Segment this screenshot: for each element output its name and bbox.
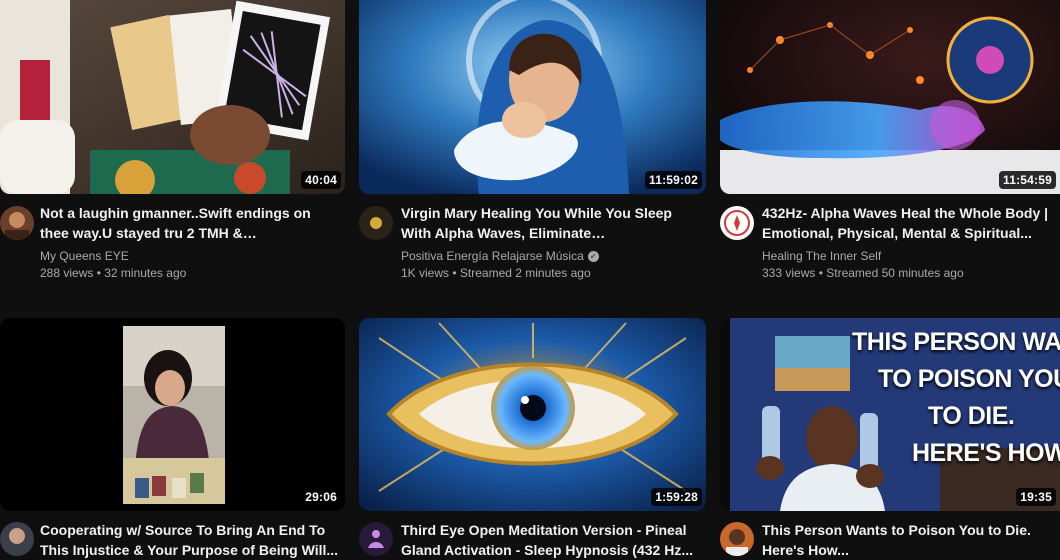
channel-name[interactable]: My Queens EYE	[40, 249, 129, 263]
video-meta: 333 views • Streamed 50 minutes ago	[762, 266, 964, 280]
video-thumbnail-5[interactable]: 1:59:28	[359, 318, 706, 511]
glowing-body-image	[720, 0, 1060, 194]
duration-badge: 11:59:02	[645, 171, 702, 189]
lotus-logo-icon	[724, 210, 750, 236]
video-thumbnail-1[interactable]: 40:04	[0, 0, 345, 194]
duration-badge: 29:06	[301, 488, 341, 506]
video-thumbnail-4[interactable]: 29:06	[0, 318, 345, 511]
channel-avatar[interactable]	[0, 206, 34, 240]
channel-avatar[interactable]	[720, 206, 754, 240]
thumbnail-text-line1: THIS PERSON WANTS	[852, 328, 1060, 356]
video-title[interactable]: 432Hz- Alpha Waves Heal the Whole Body |…	[762, 203, 1052, 243]
third-eye-image	[359, 318, 706, 511]
tarot-cards-image	[0, 0, 345, 194]
duration-badge: 1:59:28	[651, 488, 702, 506]
channel-name-text: Positiva Energía Relajarse Música	[401, 249, 584, 263]
video-thumbnail-2[interactable]: 11:59:02	[359, 0, 706, 194]
channel-avatar[interactable]	[359, 522, 393, 556]
thumbnail-text-line3: TO DIE.	[928, 402, 1015, 430]
tarot-reader-image	[0, 318, 345, 511]
thumbnail-text-line2: TO POISON YOU	[878, 365, 1060, 393]
video-thumbnail-6[interactable]: THIS PERSON WANTS TO POISON YOU TO DIE. …	[720, 318, 1060, 511]
verified-check-icon: ✓	[587, 251, 599, 263]
avatar-image	[0, 522, 34, 556]
avatar-image	[720, 522, 754, 556]
avatar-image	[0, 206, 34, 240]
video-title[interactable]: Third Eye Open Meditation Version - Pine…	[401, 520, 701, 560]
virgin-mary-image	[359, 0, 706, 194]
channel-name[interactable]: Positiva Energía Relajarse Música ✓	[401, 249, 599, 263]
channel-name[interactable]: Healing The Inner Self	[762, 249, 881, 263]
video-meta: 1K views • Streamed 2 minutes ago	[401, 266, 591, 280]
meditation-figure-icon	[359, 522, 393, 556]
video-title[interactable]: Cooperating w/ Source To Bring An End To…	[40, 520, 340, 560]
video-meta: 288 views • 32 minutes ago	[40, 266, 187, 280]
channel-avatar[interactable]	[359, 206, 393, 240]
duration-badge: 40:04	[301, 171, 341, 189]
video-title[interactable]: Virgin Mary Healing You While You Sleep …	[401, 203, 701, 243]
channel-avatar[interactable]	[0, 522, 34, 556]
video-title[interactable]: This Person Wants to Poison You to Die. …	[762, 520, 1052, 560]
video-title[interactable]: Not a laughin gmanner..Swift endings on …	[40, 203, 340, 243]
duration-badge: 11:54:59	[999, 171, 1056, 189]
avatar-image	[359, 206, 393, 240]
thumbnail-text-line4: HERE'S HOW...	[912, 439, 1060, 467]
channel-avatar[interactable]	[720, 522, 754, 556]
duration-badge: 19:35	[1016, 488, 1056, 506]
video-thumbnail-3[interactable]: 11:54:59	[720, 0, 1060, 194]
